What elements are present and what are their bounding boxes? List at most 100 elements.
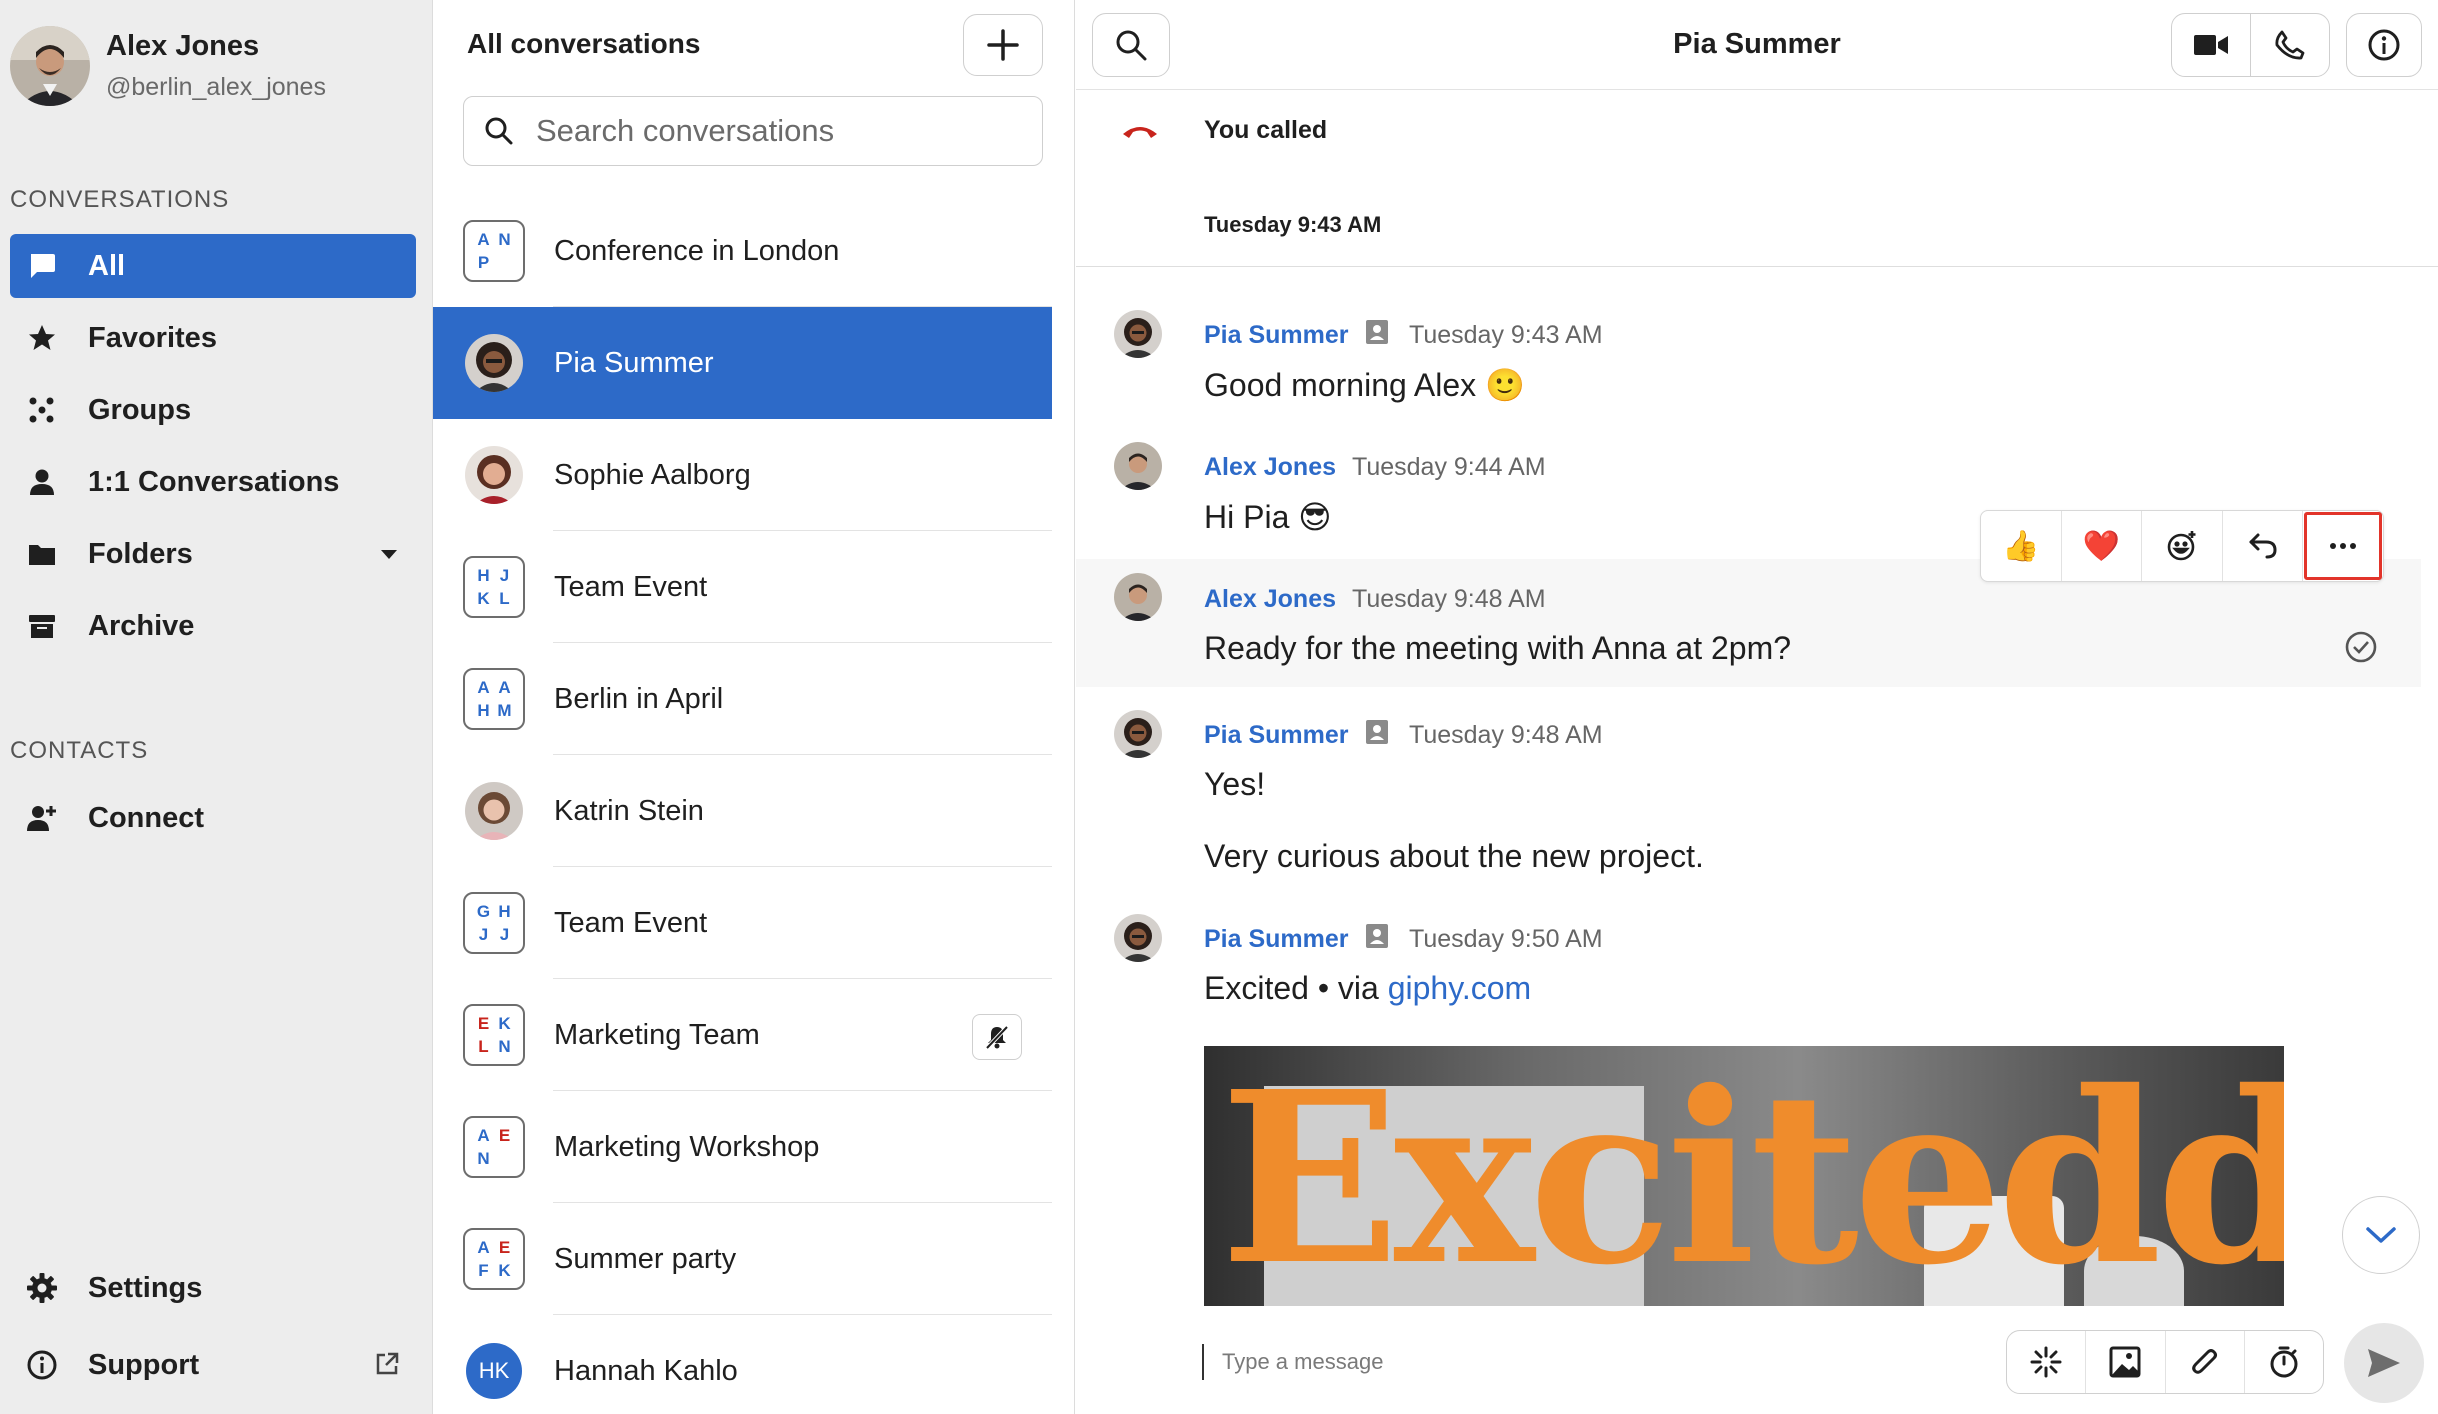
conversation-row[interactable]: GHJJ Team Event <box>433 867 1052 979</box>
phone-icon <box>2275 30 2305 60</box>
conversation-row[interactable]: Katrin Stein <box>433 755 1052 867</box>
conversation-row[interactable]: AEFK Summer party <box>433 1203 1052 1315</box>
sidebar-item-all[interactable]: All <box>10 234 416 298</box>
conversation-row-selected[interactable]: Pia Summer <box>433 307 1052 419</box>
conversation-row[interactable]: HK Hannah Kahlo <box>433 1315 1052 1414</box>
contacts-section-label: CONTACTS <box>10 737 149 764</box>
chevron-down-icon[interactable] <box>378 540 400 573</box>
conversation-row[interactable]: Sophie Aalborg <box>433 419 1052 531</box>
person-icon <box>24 464 60 500</box>
day-separator: Tuesday 9:43 AM <box>1204 212 1382 237</box>
sender-avatar[interactable] <box>1114 442 1162 490</box>
sender-avatar[interactable] <box>1114 710 1162 758</box>
composer-tools <box>2006 1330 2324 1394</box>
conversation-name: Marketing Team <box>554 1018 760 1051</box>
conversation-row[interactable]: ANP Conference in London <box>433 195 1052 307</box>
thumbs-up-reaction-button[interactable]: 👍 <box>1981 511 2062 581</box>
search-icon <box>485 117 513 145</box>
sidebar-item-label: All <box>88 249 126 282</box>
group-avatar: EKLN <box>463 1004 525 1066</box>
add-reaction-button[interactable] <box>2142 511 2223 581</box>
scroll-to-bottom-button[interactable] <box>2342 1196 2420 1274</box>
send-button[interactable] <box>2344 1323 2424 1403</box>
sidebar-item-connect[interactable]: Connect <box>10 786 416 850</box>
message-input[interactable] <box>1222 1349 1642 1375</box>
attach-file-button[interactable] <box>2166 1331 2245 1393</box>
message-timestamp: Tuesday 9:43 AM <box>1409 321 1603 349</box>
sidebar-item-support[interactable]: Support <box>10 1333 416 1397</box>
groups-icon <box>24 392 60 428</box>
conversation-name: Katrin Stein <box>554 794 704 827</box>
sidebar-item-folders[interactable]: Folders <box>10 522 416 586</box>
message-author[interactable]: Pia Summer <box>1204 721 1349 750</box>
message-composer[interactable] <box>1202 1340 1682 1384</box>
sidebar-item-settings[interactable]: Settings <box>10 1256 416 1320</box>
message-author[interactable]: Alex Jones <box>1204 585 1336 614</box>
archive-icon <box>24 608 60 644</box>
chat-panel: Pia Summer You called Tuesday 9:43 AM Pi… <box>1076 0 2438 1414</box>
emoji-add-icon <box>2167 531 2196 561</box>
message-timestamp: Tuesday 9:50 AM <box>1409 925 1603 953</box>
conversation-name: Marketing Workshop <box>554 1130 820 1163</box>
conversation-row[interactable]: AEN Marketing Workshop <box>433 1091 1052 1203</box>
sender-avatar[interactable] <box>1114 914 1162 962</box>
search-conversations-input[interactable] <box>536 113 1016 149</box>
message-timestamp: Tuesday 9:44 AM <box>1352 453 1546 481</box>
more-options-button[interactable] <box>2303 511 2383 581</box>
conversation-row[interactable]: HJKL Team Event <box>433 531 1052 643</box>
muted-notifications-button[interactable] <box>972 1014 1022 1060</box>
message-author[interactable]: Alex Jones <box>1204 453 1336 482</box>
conversation-row[interactable]: EKLN Marketing Team <box>433 979 1052 1091</box>
conversation-info-button[interactable] <box>2346 13 2422 77</box>
reply-button[interactable] <box>2223 511 2304 581</box>
message-author[interactable]: Pia Summer <box>1204 925 1349 954</box>
ping-button[interactable] <box>2007 1331 2087 1393</box>
giphy-link[interactable]: giphy.com <box>1388 970 1531 1006</box>
send-icon <box>2368 1349 2400 1377</box>
sender-avatar[interactable] <box>1114 573 1162 621</box>
add-person-icon <box>24 800 60 836</box>
sidebar: Alex Jones @berlin_alex_jones CONVERSATI… <box>0 0 433 1414</box>
sidebar-item-archive[interactable]: Archive <box>10 594 416 658</box>
ping-icon <box>2030 1346 2062 1378</box>
folder-icon <box>24 536 60 572</box>
group-avatar: GHJJ <box>463 892 525 954</box>
sidebar-item-favorites[interactable]: Favorites <box>10 306 416 370</box>
timed-message-button[interactable] <box>2245 1331 2323 1393</box>
sender-avatar[interactable] <box>1114 310 1162 358</box>
sidebar-item-label: Support <box>88 1348 200 1381</box>
group-avatar: ANP <box>463 220 525 282</box>
contact-avatar <box>465 334 523 392</box>
message-text: Ready for the meeting with Anna at 2pm? <box>1204 630 1792 666</box>
message-author[interactable]: Pia Summer <box>1204 321 1349 350</box>
conversation-name: Pia Summer <box>554 346 714 379</box>
sidebar-item-groups[interactable]: Groups <box>10 378 416 442</box>
emoji: 🙂 <box>1485 367 1525 403</box>
sidebar-item-one-to-one[interactable]: 1:1 Conversations <box>10 450 416 514</box>
message-timestamp: Tuesday 9:48 AM <box>1352 585 1546 613</box>
delivered-check-icon <box>2345 631 2377 663</box>
new-conversation-button[interactable] <box>963 14 1043 76</box>
initials-avatar: HK <box>466 1343 522 1399</box>
heart-reaction-button[interactable]: ❤️ <box>2062 511 2143 581</box>
sidebar-item-label: Archive <box>88 609 195 642</box>
star-icon <box>24 320 60 356</box>
video-call-button[interactable] <box>2171 13 2251 77</box>
message-actions-bar: 👍 ❤️ <box>1980 510 2384 582</box>
sidebar-item-label: Favorites <box>88 321 217 354</box>
audio-call-button[interactable] <box>2250 13 2330 77</box>
send-image-button[interactable] <box>2086 1331 2166 1393</box>
search-conversations-box[interactable] <box>463 96 1043 166</box>
more-horizontal-icon <box>2330 543 2357 549</box>
gear-icon <box>24 1270 60 1306</box>
profile[interactable]: Alex Jones @berlin_alex_jones <box>10 26 326 106</box>
sidebar-item-label: Groups <box>88 393 192 426</box>
gif-image[interactable]: Excitedd <box>1204 1046 2284 1306</box>
thumbs-up-icon: 👍 <box>2002 529 2040 563</box>
info-icon <box>2368 29 2400 61</box>
user-avatar[interactable] <box>10 26 90 106</box>
reply-icon <box>2249 533 2277 559</box>
conversation-row[interactable]: AAHM Berlin in April <box>433 643 1052 755</box>
conversation-list-title: All conversations <box>467 28 701 59</box>
sidebar-item-label: 1:1 Conversations <box>88 465 340 498</box>
